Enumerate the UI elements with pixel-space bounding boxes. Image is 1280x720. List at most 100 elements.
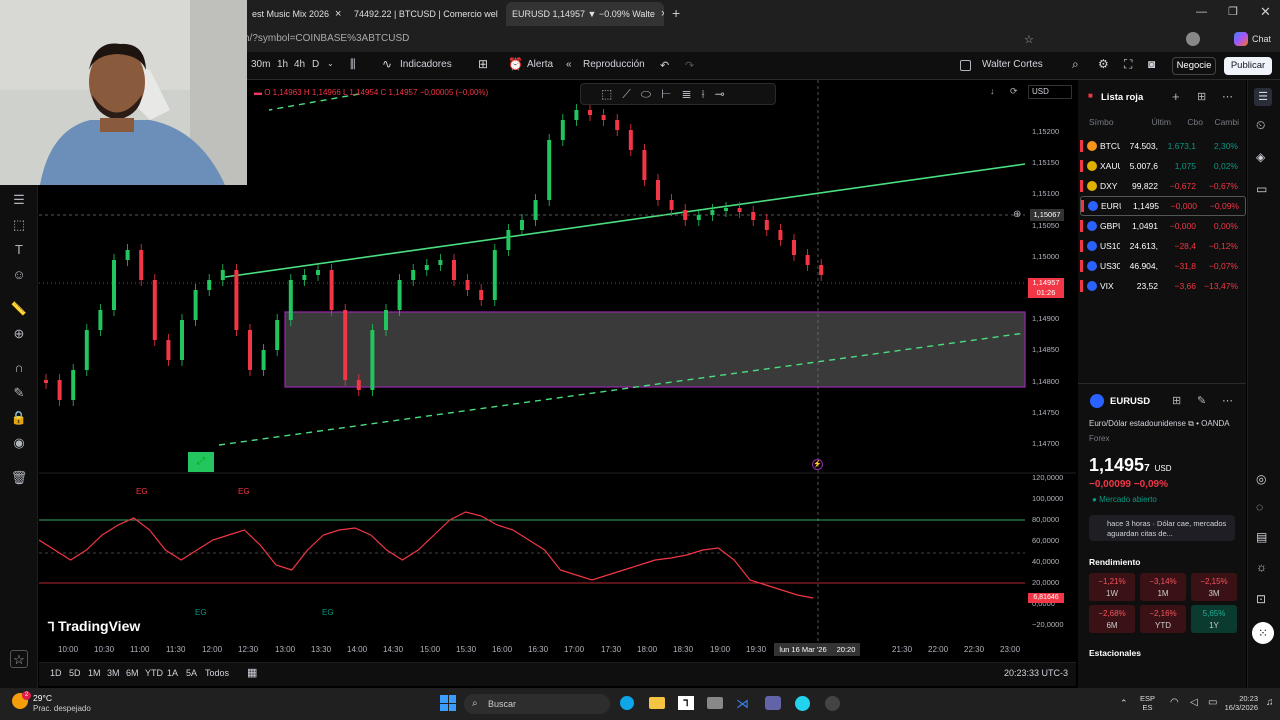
minimize-icon[interactable]: — bbox=[1196, 6, 1207, 18]
chat-icon[interactable]: ▭ bbox=[1256, 182, 1267, 196]
close-icon[interactable]: × bbox=[655, 8, 664, 20]
close-icon[interactable]: × bbox=[329, 8, 341, 20]
interval-d[interactable]: D bbox=[312, 59, 319, 70]
range-todos[interactable]: Todos bbox=[205, 668, 229, 678]
interval-4h[interactable]: 4h bbox=[294, 59, 305, 70]
performance-cell[interactable]: −3,14% 1M bbox=[1140, 573, 1186, 601]
watchlist-layout-icon[interactable]: ⊞ bbox=[1197, 90, 1206, 103]
header-symbol[interactable]: Símbo bbox=[1089, 117, 1131, 127]
help-icon[interactable]: ⊡ bbox=[1256, 592, 1266, 606]
window-close-icon[interactable]: ✕ bbox=[1260, 4, 1271, 20]
layout-checkbox[interactable] bbox=[960, 60, 971, 71]
favorites-star-icon[interactable]: ☆ bbox=[10, 650, 28, 668]
clock-display[interactable]: 20:23:33 UTC-3 bbox=[1004, 668, 1068, 678]
language-indicator[interactable]: ESP ES bbox=[1140, 694, 1155, 712]
event-marker-icon[interactable]: ⚡ bbox=[812, 459, 823, 470]
trash-icon[interactable]: 🗑 bbox=[10, 469, 28, 487]
app-icon[interactable] bbox=[795, 696, 810, 711]
path-tool-icon[interactable]: ⊢ bbox=[661, 87, 671, 101]
file-explorer-icon[interactable] bbox=[649, 697, 665, 709]
redo-icon[interactable]: ↷ bbox=[685, 59, 694, 72]
horizontal-line-icon[interactable]: ⊸ bbox=[715, 87, 725, 101]
tradingview-logo[interactable]: ⅂ TradingView bbox=[48, 618, 140, 634]
range-5d[interactable]: 5D bbox=[69, 668, 81, 678]
tradingview-app-icon[interactable]: ⅂ bbox=[678, 696, 694, 710]
target-icon[interactable]: ◎ bbox=[1256, 472, 1266, 486]
date-range-icon[interactable]: ▦ bbox=[247, 666, 257, 679]
fib-tool-icon[interactable]: ≣ bbox=[681, 87, 691, 101]
shapes-icon[interactable]: ⬚ bbox=[10, 216, 28, 234]
taskbar-search[interactable]: ⌕ Buscar bbox=[464, 694, 610, 714]
range-1m[interactable]: 1M bbox=[88, 668, 101, 678]
alert-button[interactable]: Alerta bbox=[527, 59, 553, 70]
vscode-icon[interactable]: ⋊ bbox=[736, 696, 749, 712]
eye-icon[interactable]: ◉ bbox=[10, 434, 28, 452]
watchlist-row[interactable]: EURU 1,1495 −0,000 −0,09% bbox=[1080, 196, 1246, 216]
alerts-clock-icon[interactable]: ⏲ bbox=[1256, 118, 1265, 133]
settings-icon[interactable]: ⚙ bbox=[1098, 57, 1109, 71]
interval-30m[interactable]: 30m bbox=[251, 59, 270, 70]
watchlist-icon[interactable]: ☰ bbox=[1254, 88, 1272, 106]
currency-select[interactable]: USD bbox=[1028, 85, 1072, 99]
watchlist-row[interactable]: US30 46.904, −31,8 −0,07% bbox=[1080, 256, 1246, 276]
performance-cell[interactable]: 5,65% 1Y bbox=[1191, 605, 1237, 633]
temperature[interactable]: 29°C bbox=[33, 693, 52, 703]
wifi-icon[interactable]: ◠ bbox=[1170, 697, 1179, 708]
fullscreen-icon[interactable]: ⛶ bbox=[1124, 57, 1132, 72]
watchlist-row[interactable]: XAUU 5.007,6 1,075 0,02% bbox=[1080, 156, 1246, 176]
layout-name[interactable]: Walter Cortes bbox=[982, 59, 1043, 70]
watchlist-row[interactable]: DXY 99,822 −0,672 −0,67% bbox=[1080, 176, 1246, 196]
emoji-icon[interactable]: ☺ bbox=[10, 266, 28, 284]
range-5a[interactable]: 5A bbox=[186, 668, 197, 678]
range-6m[interactable]: 6M bbox=[126, 668, 139, 678]
favorite-star-icon[interactable]: ☆ bbox=[1024, 33, 1034, 46]
lock-draw-icon[interactable]: ✎ bbox=[10, 384, 28, 402]
maximize-icon[interactable]: ❐ bbox=[1228, 5, 1238, 18]
header-change[interactable]: Cbo bbox=[1171, 117, 1203, 127]
performance-cell[interactable]: −2,16% YTD bbox=[1140, 605, 1186, 633]
weather-text[interactable]: Prac. despejado bbox=[33, 704, 91, 713]
search-icon[interactable]: ⌕ bbox=[1072, 57, 1079, 72]
tab-eurusd[interactable]: EURUSD 1,14957 ▼ −0.09% Walte× bbox=[506, 2, 664, 26]
new-tab-icon[interactable]: + bbox=[672, 5, 680, 21]
watchlist-row[interactable]: US10 24.613, −28,4 −0,12% bbox=[1080, 236, 1246, 256]
windows-start-icon[interactable] bbox=[440, 695, 456, 711]
detail-layout-icon[interactable]: ⊞ bbox=[1172, 394, 1181, 407]
ellipse-tool-icon[interactable]: ⬭ bbox=[641, 87, 651, 102]
drawing-anchor-handle[interactable]: ⤢ bbox=[188, 452, 214, 472]
text-tool-icon[interactable]: T bbox=[10, 241, 28, 259]
undo-icon[interactable]: ↶ bbox=[660, 59, 669, 72]
tab-music[interactable]: est Music Mix 2026 × bbox=[246, 2, 346, 26]
teams-icon[interactable] bbox=[765, 696, 781, 710]
candle-type-icon[interactable]: ⫼ bbox=[350, 57, 356, 72]
url-text[interactable]: h/?symbol=COINBASE%3ABTCUSD bbox=[244, 33, 409, 44]
watchlist-title[interactable]: Lista roja bbox=[1101, 92, 1143, 103]
chrome-icon[interactable] bbox=[825, 696, 840, 711]
ruler-icon[interactable]: 📏 bbox=[10, 300, 28, 318]
layouts-icon[interactable]: ⊞ bbox=[478, 57, 488, 71]
ideas-icon[interactable]: ◌ bbox=[1256, 500, 1263, 514]
calendar-icon[interactable]: ▤ bbox=[1256, 530, 1267, 544]
sync-icon[interactable]: ⟳ bbox=[1010, 86, 1018, 97]
scroll-down-icon[interactable]: ↓ bbox=[990, 86, 995, 96]
header-change-pct[interactable]: Cambi bbox=[1203, 117, 1239, 127]
close-icon[interactable]: × bbox=[498, 8, 502, 20]
chevron-up-icon[interactable]: ⌃ bbox=[1120, 698, 1128, 709]
header-last[interactable]: Últim bbox=[1131, 117, 1171, 127]
chevron-down-icon[interactable]: ⌄ bbox=[327, 59, 334, 68]
range-ytd[interactable]: YTD bbox=[145, 668, 163, 678]
zoom-in-icon[interactable]: ⊕ bbox=[10, 325, 28, 343]
lock-icon[interactable]: 🔒 bbox=[10, 409, 28, 427]
performance-cell[interactable]: −2,68% 6M bbox=[1089, 605, 1135, 633]
copilot-icon[interactable] bbox=[1234, 32, 1248, 46]
camera-icon[interactable]: ◙ bbox=[1148, 57, 1155, 71]
profile-avatar[interactable] bbox=[1186, 32, 1200, 46]
more-icon[interactable]: ⋯ bbox=[1222, 90, 1233, 103]
trend-lines-icon[interactable]: ☰ bbox=[10, 191, 28, 209]
edit-icon[interactable]: ✎ bbox=[1197, 394, 1206, 407]
performance-cell[interactable]: −2,15% 3M bbox=[1191, 573, 1237, 601]
detail-more-icon[interactable]: ⋯ bbox=[1222, 394, 1233, 407]
range-3m[interactable]: 3M bbox=[107, 668, 120, 678]
system-clock[interactable]: 20:23 16/3/2026 bbox=[1222, 694, 1258, 712]
chat-button[interactable]: Chat bbox=[1252, 34, 1271, 44]
